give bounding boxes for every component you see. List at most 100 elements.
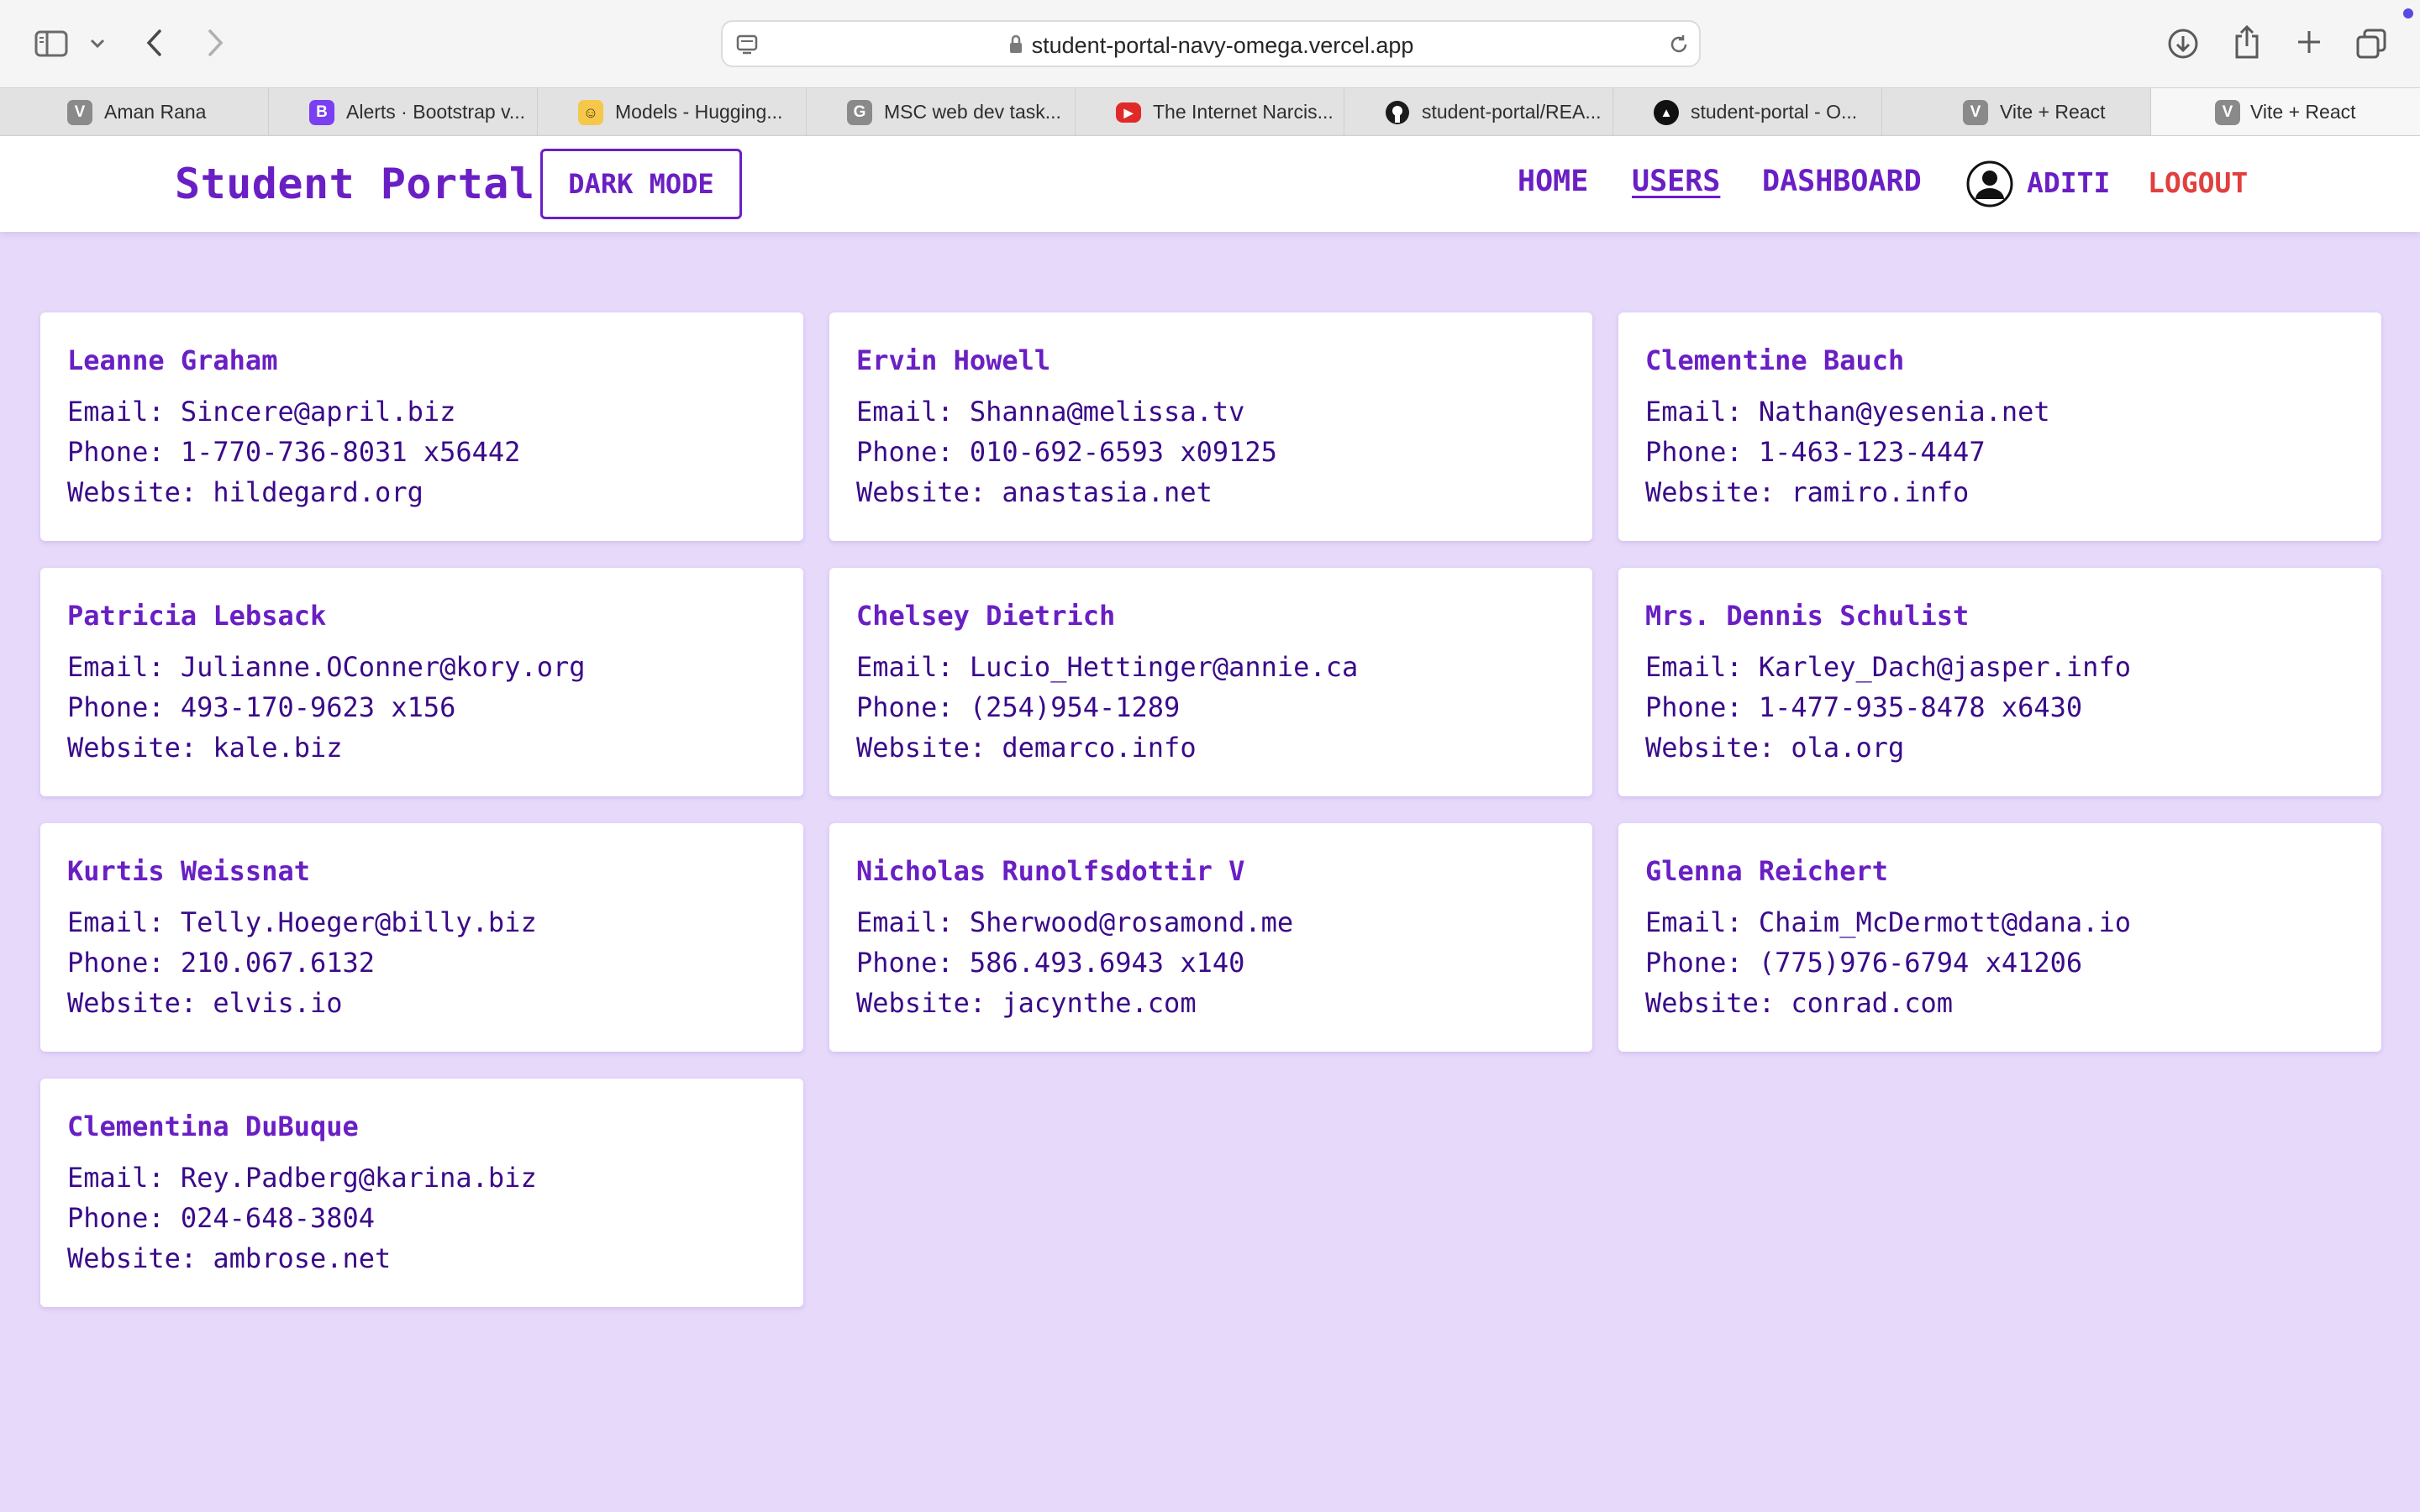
user-card-name: Clementine Bauch [1645, 344, 1905, 376]
nav-dashboard-link[interactable]: DASHBOARD [1762, 165, 1922, 198]
address-bar[interactable]: student-portal-navy-omega.vercel.app [721, 20, 1701, 67]
user-card-email: Email: Rey.Padberg@karina.biz [67, 1162, 537, 1194]
brand-title[interactable]: Student Portal [175, 160, 534, 208]
user-card-phone: Phone: 493-170-9623 x156 [67, 691, 456, 723]
user-card-name: Ervin Howell [856, 344, 1051, 376]
user-card-name: Glenna Reichert [1645, 855, 1888, 887]
tab[interactable]: student-portal/REA... [1344, 88, 1613, 135]
sidebar-toggle-icon[interactable] [34, 29, 69, 59]
downloads-icon[interactable] [2166, 27, 2200, 60]
user-card-name: Mrs. Dennis Schulist [1645, 600, 1970, 632]
tab-overview-icon[interactable] [2354, 27, 2388, 60]
user-card: Patricia Lebsack Email: Julianne.OConner… [40, 568, 803, 796]
dark-mode-button[interactable]: DARK MODE [540, 149, 742, 219]
user-card-website: Website: ola.org [1645, 732, 1905, 764]
forward-icon[interactable] [202, 27, 229, 59]
tab[interactable]: ☺ Models - Hugging... [538, 88, 807, 135]
tab-label: The Internet Narcis... [1153, 100, 1334, 123]
user-card-phone: Phone: 210.067.6132 [67, 947, 376, 979]
user-card-phone: Phone: 586.493.6943 x140 [856, 947, 1245, 979]
tab-label: Vite + React [2250, 100, 2356, 123]
tab[interactable]: B Alerts · Bootstrap v... [269, 88, 538, 135]
browser-toolbar: student-portal-navy-omega.vercel.app [0, 0, 2420, 87]
user-card-email: Email: Julianne.OConner@kory.org [67, 651, 586, 683]
vite-favicon-icon: V [67, 100, 92, 125]
user-card-email: Email: Telly.Hoeger@billy.biz [67, 906, 537, 938]
user-card: Clementine Bauch Email: Nathan@yesenia.n… [1618, 312, 2381, 541]
user-card: Ervin Howell Email: Shanna@melissa.tv Ph… [829, 312, 1592, 541]
user-card-phone: Phone: 010-692-6593 x09125 [856, 436, 1277, 468]
user-card-website: Website: demarco.info [856, 732, 1197, 764]
back-icon[interactable] [141, 27, 168, 59]
tab[interactable]: ▲ student-portal - O... [1613, 88, 1882, 135]
tab-active[interactable]: V Vite + React [2151, 88, 2420, 135]
tab-label: student-portal/REA... [1422, 100, 1602, 123]
youtube-favicon-icon: ▶ [1116, 102, 1141, 123]
user-card-website: Website: ambrose.net [67, 1242, 392, 1274]
logout-link[interactable]: LOGOUT [2148, 166, 2248, 199]
user-card-phone: Phone: 024-648-3804 [67, 1202, 376, 1234]
user-card-email: Email: Sherwood@rosamond.me [856, 906, 1294, 938]
tab-label: Aman Rana [104, 100, 207, 123]
tab-label: Models - Hugging... [615, 100, 783, 123]
user-card-website: Website: anastasia.net [856, 476, 1213, 508]
notification-dot [2403, 8, 2413, 18]
url-text: student-portal-navy-omega.vercel.app [1031, 33, 1414, 58]
user-card-phone: Phone: 1-463-123-4447 [1645, 436, 1986, 468]
user-card-email: Email: Karley_Dach@jasper.info [1645, 651, 2131, 683]
user-card: Clementina DuBuque Email: Rey.Padberg@ka… [40, 1079, 803, 1307]
tab[interactable]: V Aman Rana [0, 88, 269, 135]
user-card-name: Kurtis Weissnat [67, 855, 310, 887]
user-card: Chelsey Dietrich Email: Lucio_Hettinger@… [829, 568, 1592, 796]
user-card-phone: Phone: 1-770-736-8031 x56442 [67, 436, 521, 468]
user-card-name: Chelsey Dietrich [856, 600, 1116, 632]
vite-favicon-icon: V [2215, 100, 2240, 125]
hugging-face-favicon-icon: ☺ [578, 100, 603, 125]
tab[interactable]: ▶ The Internet Narcis... [1076, 88, 1344, 135]
chevron-down-icon[interactable] [87, 34, 108, 54]
tab[interactable]: G MSC web dev task... [807, 88, 1076, 135]
user-card-website: Website: jacynthe.com [856, 987, 1197, 1019]
user-card-phone: Phone: 1-477-935-8478 x6430 [1645, 691, 2083, 723]
tab-label: student-portal - O... [1691, 100, 1858, 123]
user-card-website: Website: ramiro.info [1645, 476, 1970, 508]
tab-label: MSC web dev task... [884, 100, 1061, 123]
user-card-website: Website: elvis.io [67, 987, 343, 1019]
user-card-phone: Phone: (254)954-1289 [856, 691, 1181, 723]
tab-label: Alerts · Bootstrap v... [346, 100, 526, 123]
nav-home-link[interactable]: HOME [1518, 165, 1588, 198]
nav-users-link[interactable]: USERS [1632, 165, 1720, 198]
user-card-phone: Phone: (775)976-6794 x41206 [1645, 947, 2083, 979]
vite-favicon-icon: V [1963, 100, 1988, 125]
user-card: Leanne Graham Email: Sincere@april.biz P… [40, 312, 803, 541]
reload-icon[interactable] [1667, 33, 1691, 56]
tab[interactable]: V Vite + React [1882, 88, 2151, 135]
user-card: Mrs. Dennis Schulist Email: Karley_Dach@… [1618, 568, 2381, 796]
user-card-name: Patricia Lebsack [67, 600, 327, 632]
user-card-email: Email: Nathan@yesenia.net [1645, 396, 2050, 428]
user-name[interactable]: ADITI [2027, 166, 2110, 199]
tab-label: Vite + React [2000, 100, 2106, 123]
share-icon[interactable] [2232, 24, 2262, 60]
user-card-email: Email: Sincere@april.biz [67, 396, 456, 428]
user-card: Glenna Reichert Email: Chaim_McDermott@d… [1618, 823, 2381, 1052]
tab-bar: V Aman Rana B Alerts · Bootstrap v... ☺ … [0, 87, 2420, 136]
new-tab-icon[interactable] [2294, 27, 2324, 57]
user-card-website: Website: hildegard.org [67, 476, 424, 508]
user-card-name: Leanne Graham [67, 344, 278, 376]
user-card-name: Clementina DuBuque [67, 1110, 359, 1142]
g-favicon-icon: G [847, 100, 872, 125]
user-card-website: Website: kale.biz [67, 732, 343, 764]
bootstrap-favicon-icon: B [309, 100, 334, 125]
user-card-email: Email: Chaim_McDermott@dana.io [1645, 906, 2131, 938]
user-card-name: Nicholas Runolfsdottir V [856, 855, 1245, 887]
lock-icon [1008, 34, 1023, 60]
app-navbar: Student Portal DARK MODE HOME USERS DASH… [0, 136, 2420, 232]
user-card: Kurtis Weissnat Email: Telly.Hoeger@bill… [40, 823, 803, 1052]
user-card-website: Website: conrad.com [1645, 987, 1954, 1019]
user-avatar-icon[interactable] [1966, 160, 2013, 207]
user-card: Nicholas Runolfsdottir V Email: Sherwood… [829, 823, 1592, 1052]
user-card-email: Email: Lucio_Hettinger@annie.ca [856, 651, 1359, 683]
user-card-email: Email: Shanna@melissa.tv [856, 396, 1245, 428]
github-favicon-icon [1385, 100, 1410, 125]
